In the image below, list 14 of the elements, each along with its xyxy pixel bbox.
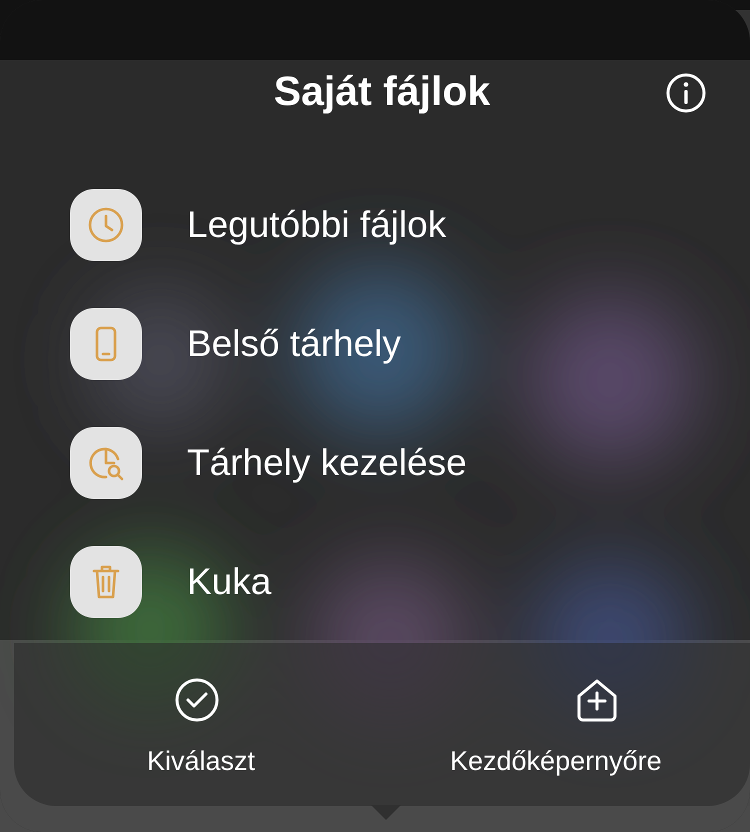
- menu-item[interactable]: Tárhely kezelése: [14, 403, 730, 522]
- action-button[interactable]: Kezdőképernyőre: [398, 643, 750, 806]
- menu-item[interactable]: Legutóbbi fájlok: [14, 165, 730, 284]
- magnifier-chart-icon: [70, 426, 142, 498]
- menu-title: Saját fájlok: [272, 68, 492, 115]
- menu-item[interactable]: Kuka: [14, 522, 730, 641]
- info-icon[interactable]: [664, 71, 708, 115]
- action-button[interactable]: Kiválaszt: [14, 643, 398, 806]
- phone-icon: [70, 308, 142, 380]
- pointer-tail: [371, 805, 401, 821]
- check-circle-icon: [173, 676, 221, 724]
- menu-item[interactable]: Belső tárhely: [14, 284, 730, 403]
- trash-icon: [70, 546, 142, 618]
- clock-icon: [70, 188, 142, 260]
